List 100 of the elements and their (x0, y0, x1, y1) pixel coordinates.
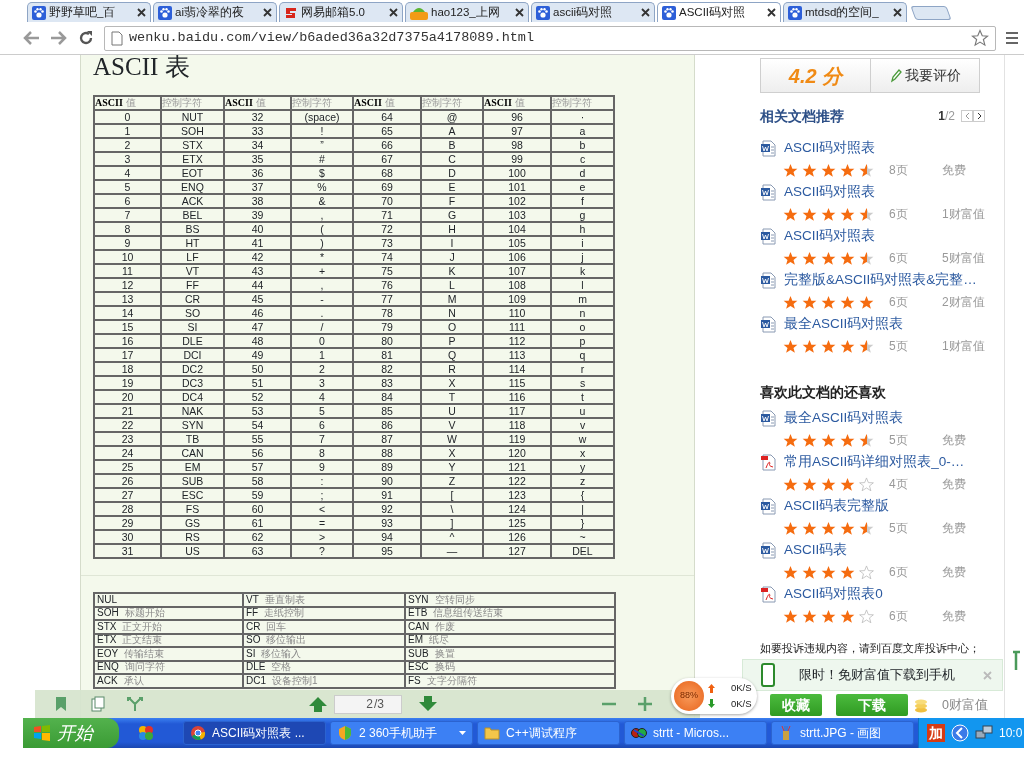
document-link[interactable]: ASCII码对照表 (784, 225, 876, 247)
table-cell: n (551, 306, 614, 320)
taskbar-button[interactable]: C++调试程序 (477, 721, 620, 745)
browser-tab[interactable]: ASCII码对照 (657, 2, 781, 22)
table-cell: 94 (353, 530, 421, 544)
document-link[interactable]: 最全ASCII码对照表 (784, 407, 904, 429)
browser-tab[interactable]: hao123_上网 (405, 2, 529, 22)
page-up-icon[interactable] (308, 696, 328, 712)
table-cell: E (421, 180, 483, 194)
star-icon (802, 250, 817, 266)
table-cell: k (551, 264, 614, 278)
document-link[interactable]: 最全ASCII码对照表 (784, 313, 904, 335)
taskbar-button[interactable]: strtt - Micros... (624, 721, 767, 745)
share-icon[interactable] (126, 696, 144, 712)
table-cell: 122 (483, 474, 551, 488)
document-link[interactable]: ASCII码表完整版 (784, 495, 890, 517)
next-button[interactable] (973, 110, 985, 122)
browser-tab[interactable]: ai翡冷翠的夜 (153, 2, 277, 22)
browser-tab[interactable]: 网易邮箱5.0 (279, 2, 403, 22)
table-cell: 32 (224, 110, 291, 124)
menu-icon[interactable] (1006, 31, 1018, 45)
address-bar[interactable]: wenku.baidu.com/view/b6aded36a32d7375a4178089.html (104, 25, 996, 51)
close-tab-icon[interactable] (767, 8, 776, 17)
column-header: 控制字符 (551, 96, 614, 110)
star-icon (802, 338, 817, 354)
document-link[interactable]: 完整版&ASCII码对照表&完整… (784, 269, 977, 291)
table-cell: U (421, 404, 483, 418)
back-icon[interactable] (22, 30, 40, 46)
table-cell: 103 (483, 208, 551, 222)
page-number-field[interactable]: 2/3 (334, 694, 402, 714)
column-header: ASCII 值 (94, 96, 161, 110)
close-tab-icon[interactable] (893, 8, 902, 17)
table-cell: HT (161, 236, 224, 250)
network-icon[interactable] (975, 725, 993, 741)
table-cell: 111 (483, 320, 551, 334)
star-icon (802, 520, 817, 536)
close-tab-icon[interactable] (263, 8, 272, 17)
star-icon (783, 432, 798, 448)
browser-tab[interactable]: ascii码对照 (531, 2, 655, 22)
rate-button[interactable]: 我要评价 (871, 59, 979, 92)
table-cell: 62 (224, 530, 291, 544)
table-cell: DC3 (161, 376, 224, 390)
close-tab-icon[interactable] (389, 8, 398, 17)
browser-tab[interactable]: mtdsd的空间_ (783, 2, 907, 22)
taskbar-button[interactable]: strtt.JPG - 画图 (771, 721, 914, 745)
taskbar-button[interactable]: 2 360手机助手 (330, 721, 473, 745)
reload-icon[interactable] (78, 30, 94, 46)
copy-icon[interactable] (91, 696, 105, 712)
table-cell: 0 (94, 110, 161, 124)
quick-launch-icon[interactable] (137, 724, 155, 742)
star-icon (840, 608, 855, 624)
bookmark-icon[interactable] (55, 696, 67, 712)
table-cell: 55 (224, 432, 291, 446)
close-tab-icon[interactable] (137, 8, 146, 17)
document-link[interactable]: ASCII码表 (784, 539, 848, 561)
report-notice: 如要投诉违规内容，请到百度文库投诉中心； (760, 641, 980, 655)
table-cell: q (551, 348, 614, 362)
document-title: ASCII 表 (93, 55, 191, 81)
star-icon (802, 206, 817, 222)
table-cell: 18 (94, 362, 161, 376)
table-cell: 100 (483, 166, 551, 180)
paw-icon (788, 5, 802, 20)
close-tab-icon[interactable] (641, 8, 650, 17)
document-link[interactable]: 常用ASCII码详细对照表_0-… (784, 451, 965, 473)
tray-badge[interactable]: 加 (927, 724, 945, 742)
browser-tab[interactable]: 野野草吧_百 (27, 2, 151, 22)
star-icon (840, 338, 855, 354)
document-link[interactable]: ASCII码对照表 (784, 181, 876, 203)
url-text: wenku.baidu.com/view/b6aded36a32d7375a4178089.html (129, 28, 535, 47)
bookmark-star-icon[interactable] (971, 29, 989, 47)
star-icon (783, 294, 798, 310)
table-cell: r (551, 362, 614, 376)
table-cell: 20 (94, 390, 161, 404)
star-icon (802, 294, 817, 310)
star-icon (821, 294, 836, 310)
table-cell: 77 (353, 292, 421, 306)
table-cell: B (421, 138, 483, 152)
report-link[interactable]: 百度文库投诉中心 (881, 642, 969, 654)
star-icon (802, 608, 817, 624)
new-tab-button[interactable] (910, 6, 952, 20)
table-cell: ! (291, 124, 353, 138)
close-tab-icon[interactable] (515, 8, 524, 17)
code-meaning: 正文开始 (122, 620, 163, 632)
promo-link[interactable]: 限时！免财富值下载到手机 (799, 665, 955, 685)
star-icon (821, 432, 836, 448)
document-link[interactable]: ASCII码对照表0 (784, 583, 883, 605)
clock: 10:0 (999, 725, 1023, 742)
zoom-in-icon[interactable] (638, 696, 652, 712)
document-link[interactable]: ASCII码对照表 (784, 137, 876, 159)
table-cell: 64 (353, 110, 421, 124)
page-down-icon[interactable] (418, 696, 438, 712)
taskbar-button[interactable]: ASCII码对照表 ... (183, 721, 326, 745)
star-icon (802, 564, 817, 580)
table-cell: 106 (483, 250, 551, 264)
table-cell: c (551, 152, 614, 166)
forward-icon[interactable] (50, 30, 68, 46)
table-cell: b (551, 138, 614, 152)
table-cell: 105 (483, 236, 551, 250)
table-cell: l (551, 278, 614, 292)
empty-star-icon (859, 608, 874, 624)
